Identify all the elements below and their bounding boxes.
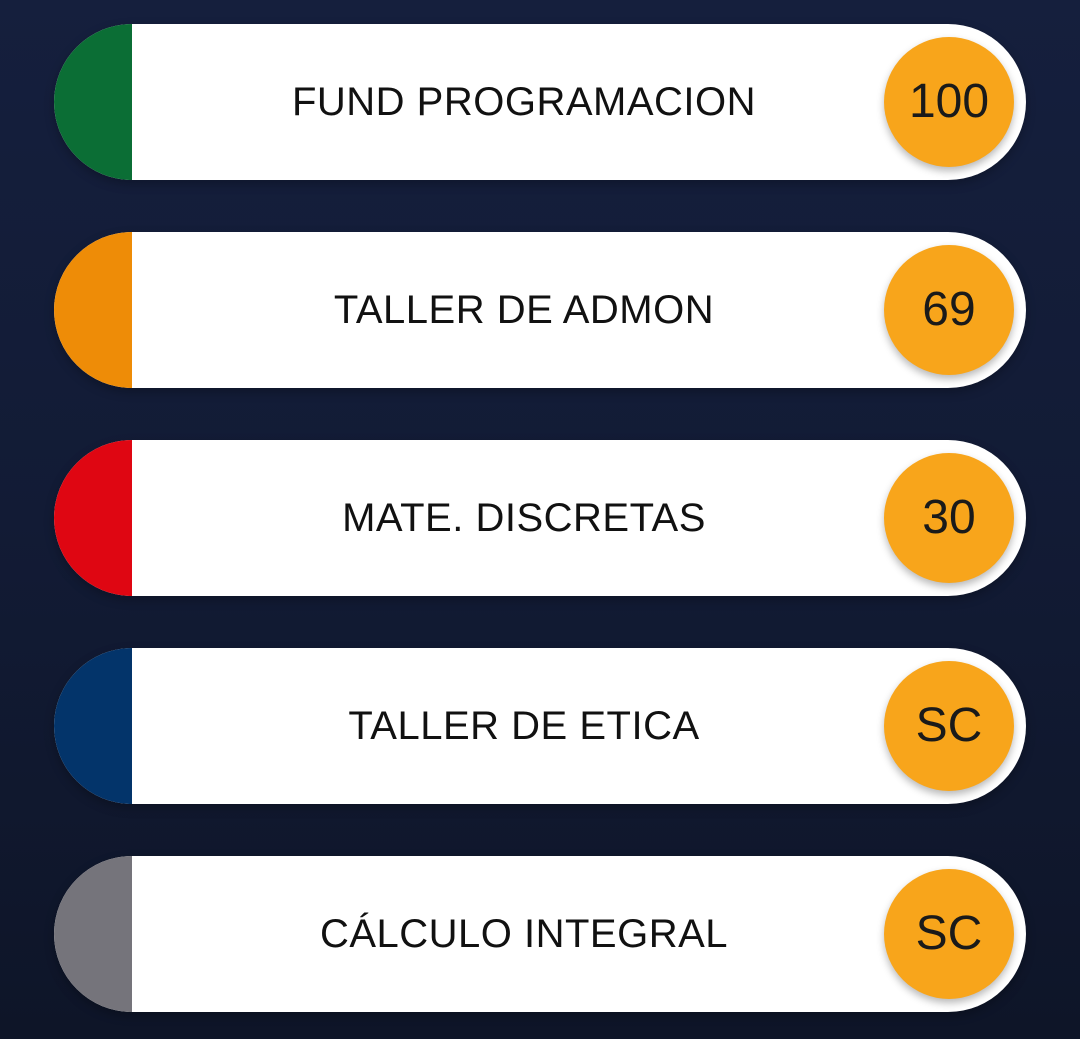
status-color-stripe [54, 232, 132, 388]
subject-name: FUND PROGRAMACION [291, 80, 757, 124]
status-color-stripe [54, 440, 132, 596]
grade-badge: 30 [884, 453, 1014, 583]
subject-name: MATE. DISCRETAS [342, 496, 706, 540]
status-color-stripe [54, 24, 132, 180]
status-color-stripe [54, 648, 132, 804]
subject-name: TALLER DE ADMON [333, 288, 715, 332]
grade-badge: 100 [884, 37, 1014, 167]
subject-card-taller-de-etica[interactable]: TALLER DE ETICA SC [54, 648, 1026, 804]
subject-name: TALLER DE ETICA [348, 704, 700, 748]
subject-list: FUND PROGRAMACION 100 TALLER DE ADMON 69… [0, 0, 1080, 1039]
subject-card-fund-programacion[interactable]: FUND PROGRAMACION 100 [54, 24, 1026, 180]
subject-card-taller-de-admon[interactable]: TALLER DE ADMON 69 [54, 232, 1026, 388]
grade-badge: SC [884, 869, 1014, 999]
status-color-stripe [54, 856, 132, 1012]
subject-card-mate-discretas[interactable]: MATE. DISCRETAS 30 [54, 440, 1026, 596]
grade-badge: SC [884, 661, 1014, 791]
subject-card-calculo-integral[interactable]: CÁLCULO INTEGRAL SC [54, 856, 1026, 1012]
subject-name: CÁLCULO INTEGRAL [319, 912, 729, 956]
grade-badge: 69 [884, 245, 1014, 375]
